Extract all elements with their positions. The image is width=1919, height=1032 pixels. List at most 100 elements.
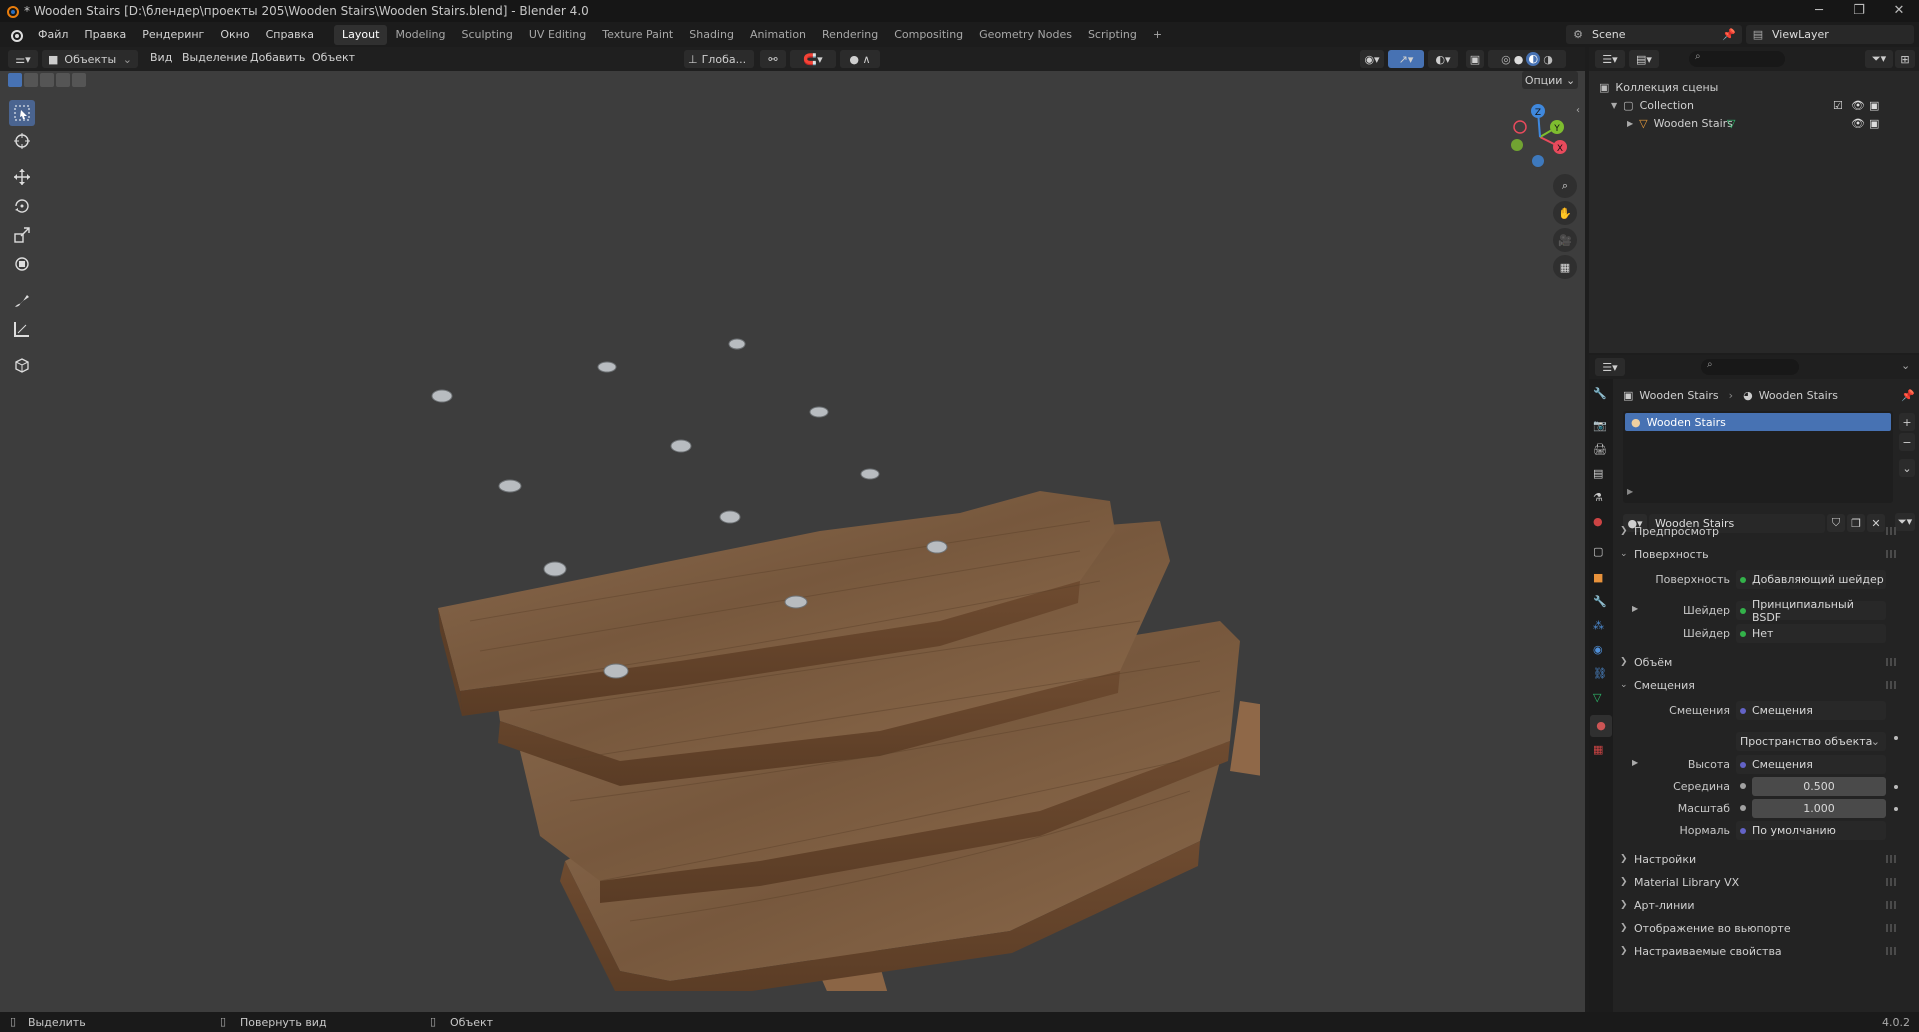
object-row[interactable]: ▶ ▽ Wooden Stairs ▽ 👁 ▣	[1627, 113, 1911, 133]
collection-tab-icon[interactable]: ▢	[1593, 545, 1603, 558]
section-preview[interactable]: ❯ Предпросмотр	[1620, 521, 1910, 541]
properties-editor-type-button[interactable]: ☰▾	[1595, 358, 1625, 376]
measure-tool[interactable]	[9, 316, 35, 342]
tab-texture-paint[interactable]: Texture Paint	[594, 25, 681, 45]
section-volume[interactable]: ❯ Объём	[1620, 652, 1910, 672]
select-subtract-icon[interactable]	[40, 73, 54, 87]
object-tab-icon[interactable]: ■	[1593, 571, 1603, 584]
close-window-button[interactable]: ✕	[1879, 0, 1919, 22]
tab-sculpting[interactable]: Sculpting	[454, 25, 521, 45]
tab-rendering[interactable]: Rendering	[814, 25, 886, 45]
mode-selector[interactable]: ■ Объекты ⌄	[42, 50, 138, 68]
material-slot-item[interactable]: ● Wooden Stairs	[1625, 413, 1891, 431]
select-new-icon[interactable]	[8, 73, 22, 87]
pin-icon[interactable]: 📌	[1901, 389, 1915, 402]
select-intersect-icon[interactable]	[72, 73, 86, 87]
transform-orientation-selector[interactable]: ⊥ Глоба...	[684, 50, 754, 68]
slot-list-expand-icon[interactable]: ▶	[1627, 487, 1633, 496]
shader1-field[interactable]: Принципиальный BSDF	[1736, 598, 1886, 624]
overlay-toggle-button[interactable]: ◐▾	[1428, 50, 1458, 68]
menu-help[interactable]: Справка	[258, 28, 322, 41]
keyframe-dot-icon[interactable]	[1894, 785, 1898, 789]
slot-specials-button[interactable]: ⌄	[1899, 459, 1915, 477]
zoom-icon[interactable]: ⌕	[1553, 174, 1577, 198]
visibility-selector[interactable]: ◉▾	[1360, 50, 1384, 68]
world-tab-icon[interactable]: ●	[1593, 515, 1603, 528]
minimize-button[interactable]: ─	[1799, 0, 1839, 22]
add-slot-button[interactable]: +	[1899, 413, 1915, 431]
drag-handle-icon[interactable]	[1886, 947, 1896, 955]
scene-tab-icon[interactable]: ⚗	[1593, 491, 1603, 504]
transform-tool[interactable]	[9, 251, 35, 277]
outliner-search-input[interactable]: ⌕	[1689, 51, 1785, 67]
section-custom-properties[interactable]: ❯ Настраиваемые свойства	[1620, 941, 1910, 961]
move-tool[interactable]	[9, 164, 35, 190]
menu-render[interactable]: Рендеринг	[134, 28, 212, 41]
proportional-edit-button[interactable]: ● ∧	[840, 50, 880, 68]
shading-mode-buttons[interactable]: ◎ ● ◐ ◑	[1488, 50, 1566, 68]
properties-options-chevron-icon[interactable]: ⌄	[1901, 359, 1910, 372]
drag-handle-icon[interactable]	[1886, 658, 1896, 666]
snap-button[interactable]: 🧲▾	[790, 50, 836, 68]
mesh-data-icon[interactable]: ▽	[1727, 117, 1735, 130]
cursor-tool[interactable]	[9, 128, 35, 154]
tab-modeling[interactable]: Modeling	[387, 25, 453, 45]
xray-toggle-button[interactable]: ▣	[1466, 50, 1484, 68]
displacement-field[interactable]: Смещения	[1736, 701, 1886, 720]
collection-render-icon[interactable]: ▣	[1869, 99, 1879, 112]
section-settings[interactable]: ❯ Настройки	[1620, 849, 1910, 869]
menu-object[interactable]: Объект	[304, 51, 363, 64]
drag-handle-icon[interactable]	[1886, 550, 1896, 558]
tab-scripting[interactable]: Scripting	[1080, 25, 1145, 45]
shader2-field[interactable]: Нет	[1736, 624, 1886, 643]
editor-type-button[interactable]: ⚌▾	[8, 50, 38, 68]
exclude-checkbox[interactable]: ☑	[1833, 99, 1843, 112]
annotate-tool[interactable]	[9, 287, 35, 313]
maximize-button[interactable]: ❐	[1839, 0, 1879, 22]
wooden-stairs-model[interactable]	[400, 291, 1260, 991]
drag-handle-icon[interactable]	[1886, 901, 1896, 909]
blender-menu-icon[interactable]	[8, 27, 24, 43]
collection-visibility-icon[interactable]: 👁	[1851, 99, 1865, 112]
menu-file[interactable]: Файл	[30, 28, 76, 41]
scale-tool[interactable]	[9, 222, 35, 248]
object-expand-icon[interactable]: ▶	[1627, 119, 1633, 128]
navigation-gizmo[interactable]: X Y Z	[1505, 101, 1575, 171]
tool-tab-icon[interactable]: 🔧	[1593, 387, 1607, 400]
options-dropdown[interactable]: Опции ⌄	[1522, 71, 1578, 89]
section-material-library[interactable]: ❯ Material Library VX	[1620, 872, 1910, 892]
drag-handle-icon[interactable]	[1886, 527, 1896, 535]
perspective-grid-icon[interactable]: ▦	[1553, 255, 1577, 279]
sidebar-toggle-icon[interactable]: ‹	[1576, 105, 1580, 116]
physics-tab-icon[interactable]: ◉	[1593, 643, 1603, 656]
view-layer-selector[interactable]: ▤ ViewLayer	[1746, 25, 1914, 44]
scale-field[interactable]: 1.000	[1752, 799, 1886, 818]
add-cube-tool[interactable]	[9, 352, 35, 378]
section-displacement[interactable]: ⌄ Смещения	[1620, 675, 1910, 695]
filter-button[interactable]: ⏷▾	[1865, 50, 1893, 68]
menu-add[interactable]: Добавить	[242, 51, 313, 64]
drag-handle-icon[interactable]	[1886, 924, 1896, 932]
keyframe-dot-icon[interactable]	[1894, 736, 1898, 740]
normal-field[interactable]: По умолчанию	[1736, 821, 1886, 840]
remove-slot-button[interactable]: −	[1899, 433, 1915, 451]
gizmo-toggle-button[interactable]: ↗▾	[1388, 50, 1424, 68]
render-tab-icon[interactable]: 📷	[1593, 419, 1607, 432]
drag-handle-icon[interactable]	[1886, 878, 1896, 886]
collection-expand-icon[interactable]: ▼	[1611, 101, 1617, 110]
tab-layout[interactable]: Layout	[334, 24, 388, 45]
properties-search-input[interactable]: ⌕	[1701, 359, 1799, 375]
displacement-space-dropdown[interactable]: Пространство объекта ⌄	[1736, 732, 1886, 751]
section-surface[interactable]: ⌄ Поверхность	[1620, 544, 1910, 564]
new-collection-button[interactable]: ⊞	[1895, 50, 1915, 68]
collection-row[interactable]: ▼ ▢ Collection ☑ 👁 ▣	[1611, 95, 1911, 115]
texture-tab-icon[interactable]: ▦	[1593, 743, 1603, 756]
drag-handle-icon[interactable]	[1886, 681, 1896, 689]
select-extend-icon[interactable]	[24, 73, 38, 87]
object-visibility-icon[interactable]: 👁	[1851, 117, 1865, 130]
display-mode-button[interactable]: ▤▾	[1629, 50, 1659, 68]
view-layer-tab-icon[interactable]: ▤	[1593, 467, 1603, 480]
keyframe-dot-icon[interactable]	[1894, 807, 1898, 811]
material-tab-icon[interactable]: ●	[1590, 715, 1612, 737]
tab-compositing[interactable]: Compositing	[886, 25, 971, 45]
